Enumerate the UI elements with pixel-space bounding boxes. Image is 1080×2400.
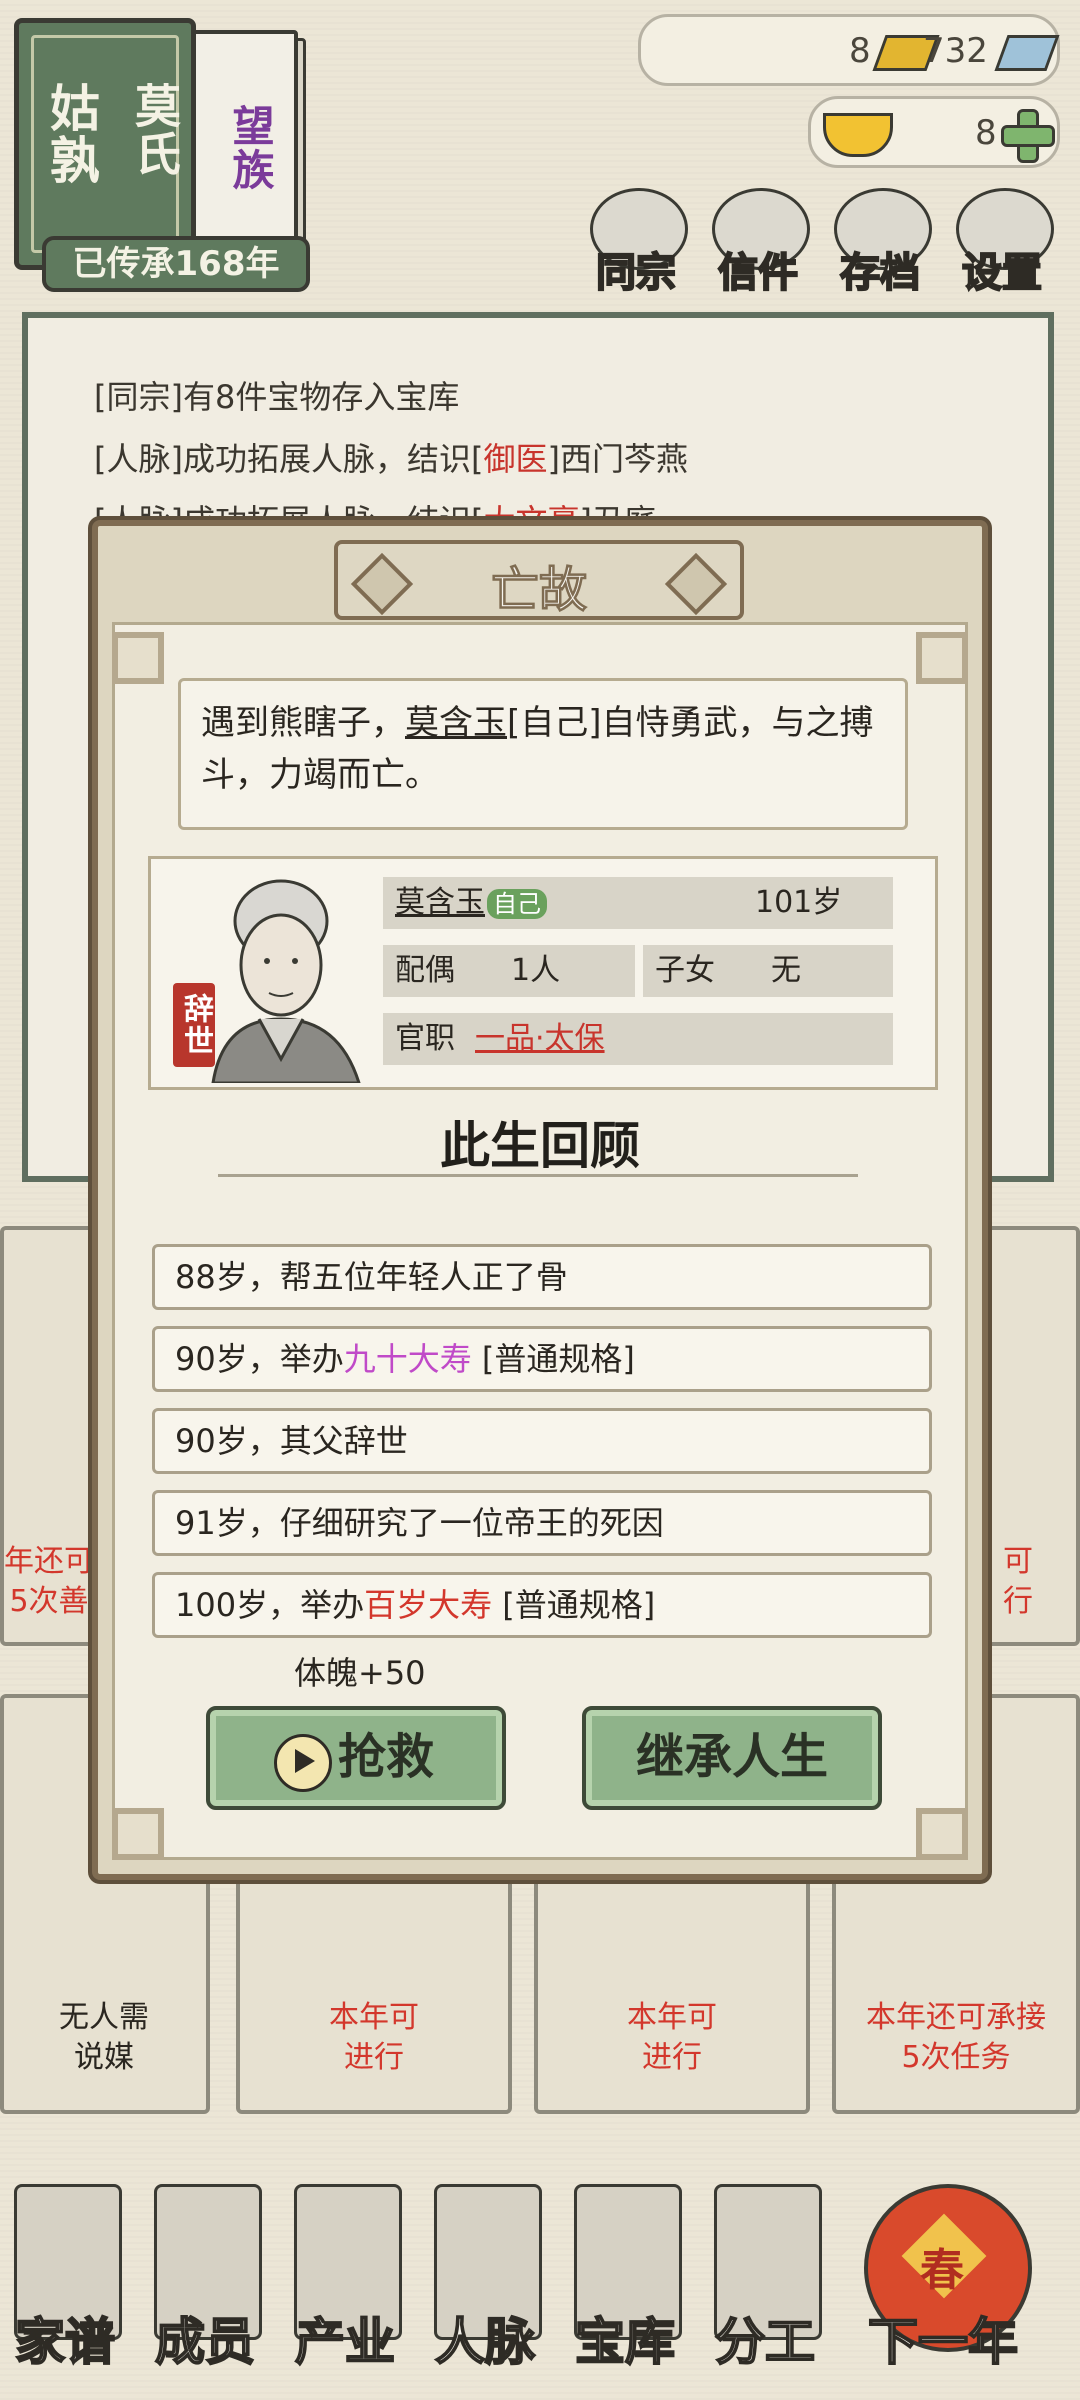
- log-line: [人脉]成功拓展人脉，结识[御医]西门芩燕: [94, 440, 688, 478]
- menu-settings-label: 设置: [961, 248, 1043, 297]
- bg-card-right: 可行: [984, 1226, 1080, 1646]
- life-entry: 100岁，举办百岁大寿 [普通规格]: [152, 1572, 932, 1638]
- nav-network[interactable]: 人脉: [420, 2184, 550, 2384]
- death-dialog: 亡故 遇到熊瞎子，莫含玉[自己]自恃勇武，与之搏斗，力竭而亡。 辞世 莫含玉 自己…: [92, 520, 988, 1880]
- menu-clan-label: 同宗: [595, 248, 677, 297]
- nav-label: 分工: [714, 2311, 816, 2372]
- nav-label: 产业: [294, 2311, 396, 2372]
- corner-ornament: [112, 632, 164, 684]
- life-entry: 91岁，仔细研究了一位帝王的死因: [152, 1490, 932, 1556]
- dialog-title: 亡故: [490, 562, 587, 619]
- task-card-status: 本年可 进行: [329, 2000, 419, 2075]
- bg-card-left: 年还可 5次善: [0, 1226, 96, 1646]
- name-age-row: 莫含玉 自己 101岁: [383, 877, 893, 929]
- nav-label: 人脉: [434, 2311, 536, 2372]
- silver-icon: [994, 35, 1060, 71]
- nav-members[interactable]: 成员: [140, 2184, 270, 2384]
- gold-bars-count: 8: [849, 31, 871, 71]
- death-story: 遇到熊瞎子，莫含玉[自己]自恃勇武，与之搏斗，力竭而亡。: [178, 678, 908, 830]
- office-value[interactable]: 一品·太保: [475, 1021, 605, 1056]
- nav-label: 家谱: [14, 2311, 116, 2372]
- spouse-label: 配偶: [395, 953, 455, 988]
- menu-clan[interactable]: 同宗: [580, 188, 690, 298]
- spouse-value: 1人: [511, 953, 561, 988]
- nav-label: 宝库: [574, 2311, 676, 2372]
- ingot-count: 8: [975, 113, 997, 153]
- bg-text: 可行: [1003, 1544, 1033, 1619]
- currency-bar[interactable]: 8 732: [638, 14, 1060, 86]
- task-card-status: 本年可 进行: [627, 2000, 717, 2075]
- nav-family-tree[interactable]: 家谱: [0, 2184, 130, 2384]
- ingot-bar[interactable]: 8: [808, 96, 1060, 168]
- corner-ornament: [916, 1808, 968, 1860]
- dialog-title-plate: 亡故: [334, 540, 744, 620]
- menu-settings[interactable]: 设置: [946, 188, 1056, 298]
- person-age: 101岁: [755, 885, 843, 920]
- office-label: 官职: [395, 1021, 455, 1056]
- clan-name: 莫氏: [128, 82, 182, 178]
- children-row: 子女 无: [643, 945, 893, 997]
- self-badge: 自己: [487, 888, 547, 919]
- menu-letters-label: 信件: [717, 248, 799, 297]
- gold-ingot-icon: [823, 113, 893, 157]
- add-currency-icon[interactable]: [1001, 109, 1055, 163]
- nav-treasury[interactable]: 宝库: [560, 2184, 690, 2384]
- office-row: 官职 一品·太保: [383, 1013, 893, 1065]
- life-entry: 90岁，其父辞世: [152, 1408, 932, 1474]
- children-label: 子女: [655, 953, 715, 988]
- corner-ornament: [916, 632, 968, 684]
- rescue-bonus: 体魄+50: [294, 1654, 426, 1692]
- deceased-seal: 辞世: [173, 983, 215, 1067]
- review-divider: [218, 1174, 858, 1177]
- clan-tag: 望族: [226, 104, 275, 192]
- menu-save[interactable]: 存档: [824, 188, 934, 298]
- clan-surname: 姑孰: [42, 82, 101, 186]
- inherit-life-button[interactable]: 继承人生: [582, 1706, 882, 1810]
- nav-label: 下一年: [867, 2311, 1019, 2372]
- bg-text: 年还可 5次善: [4, 1544, 94, 1619]
- life-entry: 88岁，帮五位年轻人正了骨: [152, 1244, 932, 1310]
- life-entry: 90岁，举办九十大寿 [普通规格]: [152, 1326, 932, 1392]
- inherited-years-banner: 已传承168年: [42, 236, 310, 292]
- task-card-status: 本年还可承接 5次任务: [866, 2000, 1046, 2075]
- profile-card: 辞世 莫含玉 自己 101岁 配偶 1人 子女 无 官职 一品·太保: [148, 856, 938, 1090]
- story-person-link[interactable]: 莫含玉: [405, 703, 507, 743]
- children-value: 无: [771, 953, 801, 988]
- silver-count: 732: [923, 31, 988, 71]
- log-line: [同宗]有8件宝物存入宝库: [94, 378, 460, 416]
- rescue-button[interactable]: 抢救: [206, 1706, 506, 1810]
- person-name[interactable]: 莫含玉: [395, 885, 485, 920]
- task-card-status: 无人需 说媒: [59, 2000, 149, 2075]
- play-video-icon: [274, 1734, 332, 1792]
- nav-assign[interactable]: 分工: [700, 2184, 830, 2384]
- nav-property[interactable]: 产业: [280, 2184, 410, 2384]
- corner-ornament: [112, 1808, 164, 1860]
- menu-letters[interactable]: 信件: [702, 188, 812, 298]
- spouse-row: 配偶 1人: [383, 945, 635, 997]
- nav-next-year[interactable]: 下一年: [848, 2184, 1038, 2384]
- review-title: 此生回顾: [440, 1117, 640, 1175]
- menu-save-label: 存档: [839, 248, 921, 297]
- nav-label: 成员: [154, 2311, 256, 2372]
